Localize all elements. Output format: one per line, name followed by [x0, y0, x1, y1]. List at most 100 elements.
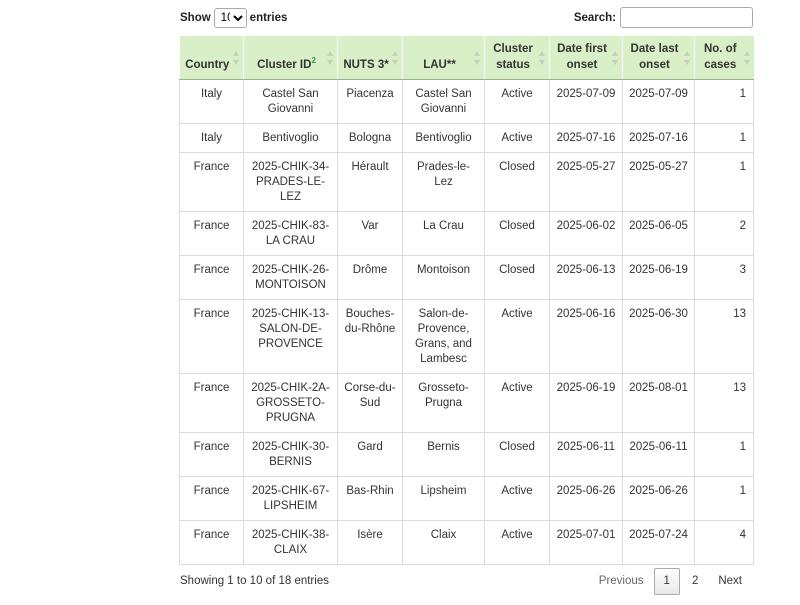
column-header-country[interactable]: Country — [179, 36, 244, 80]
cell-date-first: 2025-07-16 — [549, 123, 623, 153]
page-button-2[interactable]: 2 — [682, 568, 708, 595]
column-header-cluster-id[interactable]: Cluster ID2 — [243, 36, 338, 80]
sort-arrows-icon — [392, 50, 398, 65]
cell-status: Active — [484, 476, 550, 521]
cell-country: France — [179, 255, 244, 300]
column-header-cluster-status[interactable]: Cluster status — [484, 36, 550, 80]
entries-length-control: Show 10 entries — [180, 8, 287, 28]
column-label: LAU** — [423, 59, 456, 71]
cell-country: France — [179, 373, 244, 433]
cell-country: France — [179, 520, 244, 565]
cell-nuts3: Piacenza — [337, 79, 403, 124]
cell-cases: 1 — [694, 123, 754, 153]
cell-lau: Claix — [402, 520, 485, 565]
cell-status: Active — [484, 299, 550, 374]
cell-date-last: 2025-07-16 — [622, 123, 695, 153]
cell-country: France — [179, 299, 244, 374]
sort-arrows-icon — [612, 50, 618, 65]
column-label: Date last onset — [630, 43, 679, 71]
cell-country: France — [179, 152, 244, 212]
table-row: France 2025-CHIK-83-LA CRAU Var La Crau … — [179, 211, 754, 256]
sort-arrows-icon — [743, 50, 750, 65]
cell-nuts3: Bologna — [337, 123, 403, 153]
cell-country: France — [179, 432, 244, 477]
previous-button[interactable]: Previous — [589, 568, 654, 595]
cell-cluster-id: 2025-CHIK-38-CLAIX — [243, 520, 338, 565]
column-label: NUTS 3* — [343, 59, 389, 71]
cell-status: Closed — [484, 255, 550, 300]
cell-status: Active — [484, 123, 550, 153]
cell-nuts3: Isère — [337, 520, 403, 565]
table-info: Showing 1 to 10 of 18 entries — [180, 575, 329, 587]
column-label: Country — [185, 59, 230, 71]
page-button-1[interactable]: 1 — [653, 568, 680, 595]
cell-date-last: 2025-08-01 — [622, 373, 695, 433]
column-header-date-last-onset[interactable]: Date last onset — [622, 36, 695, 80]
cell-cluster-id: 2025-CHIK-30-BERNIS — [243, 432, 338, 477]
cell-cases: 1 — [694, 152, 754, 212]
cell-cases: 4 — [694, 520, 754, 565]
cell-cases: 3 — [694, 255, 754, 300]
footnote-marker[interactable]: 2 — [311, 56, 315, 65]
cell-lau: Lipsheim — [402, 476, 485, 521]
table-footer: Showing 1 to 10 of 18 entries Previous 1… — [179, 565, 753, 605]
cell-date-first: 2025-07-09 — [549, 79, 623, 124]
cell-lau: Grosseto-Prugna — [402, 373, 485, 433]
column-header-lau[interactable]: LAU** — [402, 36, 485, 80]
cell-date-last: 2025-06-19 — [622, 255, 695, 300]
cell-date-last: 2025-07-24 — [622, 520, 695, 565]
cell-cluster-id: 2025-CHIK-26-MONTOISON — [243, 255, 338, 300]
cell-country: Italy — [179, 123, 244, 153]
search-input[interactable] — [620, 7, 753, 28]
cell-cases: 13 — [694, 299, 754, 374]
table-row: France 2025-CHIK-26-MONTOISON Drôme Mont… — [179, 255, 754, 300]
header-row: Country Cluster ID2 NUTS 3* LAU** Cluste… — [179, 36, 754, 80]
datatable-wrapper: Show 10 entries Search: Country Cluster … — [179, 0, 754, 605]
cell-status: Closed — [484, 211, 550, 256]
cell-status: Active — [484, 373, 550, 433]
entries-label: entries — [249, 12, 288, 24]
cell-cases: 1 — [694, 432, 754, 477]
cell-lau: Bentivoglio — [402, 123, 485, 153]
table-row: France 2025-CHIK-34-PRADES-LE-LEZ Héraul… — [179, 152, 754, 212]
entries-select[interactable]: 10 — [213, 8, 247, 28]
cell-date-last: 2025-06-05 — [622, 211, 695, 256]
column-header-number-of-cases[interactable]: No. of cases — [694, 36, 754, 80]
column-label: Cluster ID — [257, 59, 312, 71]
cell-lau: Prades-le-Lez — [402, 152, 485, 212]
table-controls: Show 10 entries Search: — [179, 0, 753, 36]
cell-cluster-id: Bentivoglio — [243, 123, 338, 153]
cell-nuts3: Drôme — [337, 255, 403, 300]
cell-date-last: 2025-06-30 — [622, 299, 695, 374]
search-control: Search: — [574, 7, 753, 28]
cell-country: France — [179, 476, 244, 521]
sort-arrows-icon — [539, 50, 545, 65]
cell-cluster-id: 2025-CHIK-67-LIPSHEIM — [243, 476, 338, 521]
cell-cluster-id: Castel San Giovanni — [243, 79, 338, 124]
cell-cluster-id: 2025-CHIK-83-LA CRAU — [243, 211, 338, 256]
cell-cases: 2 — [694, 211, 754, 256]
cell-date-last: 2025-05-27 — [622, 152, 695, 212]
cell-nuts3: Hérault — [337, 152, 403, 212]
cell-cases: 1 — [694, 79, 754, 124]
cell-date-first: 2025-06-13 — [549, 255, 623, 300]
search-label: Search: — [573, 11, 616, 24]
cell-nuts3: Bouches-du-Rhône — [337, 299, 403, 374]
cell-cluster-id: 2025-CHIK-2A-GROSSETO-PRUGNA — [243, 373, 338, 433]
cell-status: Closed — [484, 152, 550, 212]
cell-nuts3: Corse-du-Sud — [337, 373, 403, 433]
column-label: Date first onset — [557, 43, 607, 71]
column-header-date-first-onset[interactable]: Date first onset — [549, 36, 623, 80]
table-row: Italy Bentivoglio Bologna Bentivoglio Ac… — [179, 123, 754, 153]
table-body: Italy Castel San Giovanni Piacenza Caste… — [179, 79, 754, 565]
column-header-nuts3[interactable]: NUTS 3* — [337, 36, 403, 80]
next-button[interactable]: Next — [708, 568, 753, 595]
table-row: France 2025-CHIK-2A-GROSSETO-PRUGNA Cors… — [179, 373, 754, 433]
cell-lau: Castel San Giovanni — [402, 79, 485, 124]
table-row: Italy Castel San Giovanni Piacenza Caste… — [179, 79, 754, 124]
table-row: France 2025-CHIK-38-CLAIX Isère Claix Ac… — [179, 520, 754, 565]
cell-date-first: 2025-05-27 — [549, 152, 623, 212]
cell-date-first: 2025-06-16 — [549, 299, 623, 374]
show-label: Show — [180, 12, 211, 24]
cell-status: Active — [484, 79, 550, 124]
